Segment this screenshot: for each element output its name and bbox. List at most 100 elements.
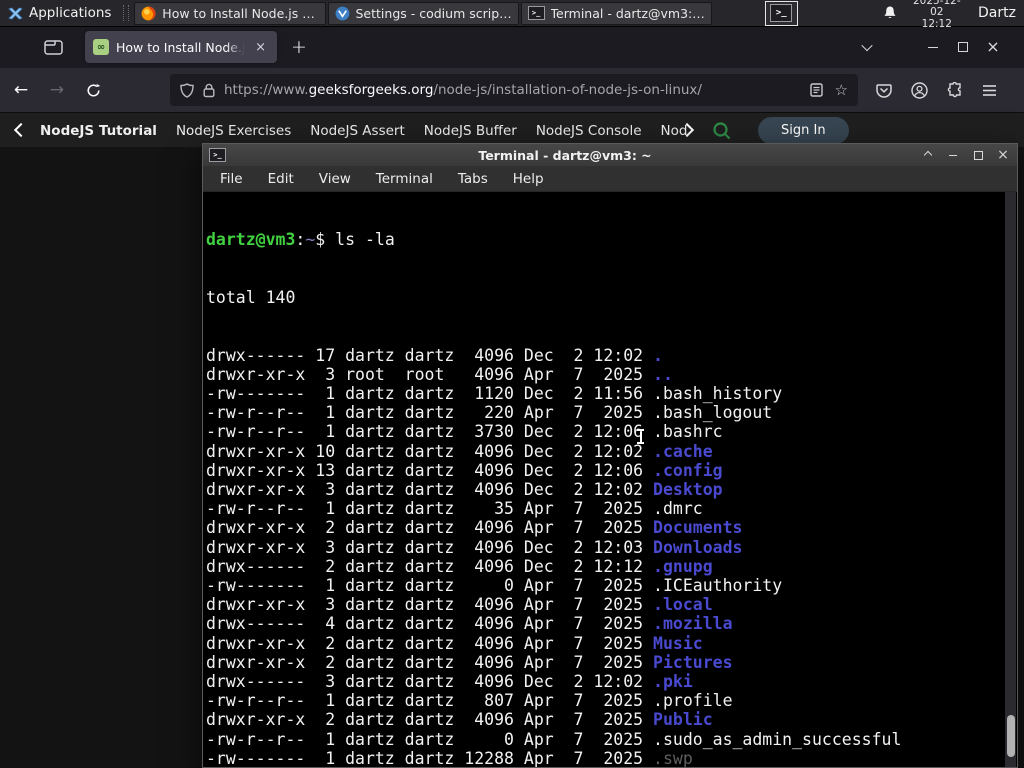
menu-icon[interactable] [982,84,997,97]
terminal-line: -rw-r--r-- 1 dartz dartz 807 Apr 7 2025 … [206,691,733,711]
listing-directory-name: .. [653,364,673,384]
terminal-line: drwxr-xr-x 2 dartz dartz 4096 Apr 7 2025… [206,633,703,653]
terminal-line: -rw-r--r-- 1 dartz dartz 220 Apr 7 2025 … [206,403,773,423]
menu-tabs[interactable]: Tabs [458,171,488,187]
terminal-title: Terminal - dartz@vm3: ~ [478,147,652,163]
terminal-line: -rw-r--r-- 1 dartz dartz 0 Apr 7 2025 .s… [206,729,902,749]
listing-directory-name: .local [653,595,713,615]
back-button[interactable]: ← [6,75,36,105]
lock-icon[interactable] [203,83,215,98]
listing-file-name: .swp [653,748,693,767]
taskbar-window-codium[interactable]: Settings - codium script... [327,1,519,25]
menu-file[interactable]: File [220,171,243,187]
terminal-line: drwxr-xr-x 2 dartz dartz 4096 Apr 7 2025… [206,518,743,538]
url-bar[interactable]: https://www.geeksforgeeks.org/node-js/in… [170,74,858,106]
terminal-total-line: total 140 [206,288,296,308]
reader-mode-icon[interactable] [809,83,823,97]
menu-terminal[interactable]: Terminal [376,171,433,187]
listing-directory-name: .mozilla [653,614,733,634]
terminal-line: drwxr-xr-x 10 dartz dartz 4096 Dec 2 12:… [206,441,713,461]
nav-item-nodejs-console[interactable]: NodeJS Console [536,123,642,139]
new-tab-button[interactable]: + [291,36,307,58]
panel-clock[interactable]: 2025-12-02 12:12 [908,0,966,30]
applications-menu-button[interactable]: Applications [0,0,119,26]
clock-date: 2025-12-02 [912,0,961,19]
terminal-icon: >_ [527,6,545,20]
window-close-button[interactable]: × [978,34,1008,60]
url-path: /node-js/installation-of-node-js-on-linu… [433,82,702,98]
nav-item-nodejs-buffer[interactable]: NodeJS Buffer [424,123,517,139]
window-minimize-button[interactable] [918,34,948,60]
chevron-left-icon[interactable] [13,122,29,139]
terminal-window: >_ Terminal - dartz@vm3: ~ × File Edit V… [202,143,1018,768]
panel-user-menu[interactable]: Dartz [978,5,1016,21]
forward-button[interactable]: → [42,75,72,105]
terminal-icon: >_ [770,4,793,22]
terminal-line: -rw-r--r-- 1 dartz dartz 3730 Dec 2 12:0… [206,422,723,442]
extensions-icon[interactable] [947,82,963,98]
terminal-scrollbar[interactable] [1005,192,1016,767]
listing-directory-name: .cache [653,441,713,461]
listing-file-name: .bash_logout [653,403,773,423]
favicon-gfg: ∞ [93,39,109,55]
taskbar-window-terminal[interactable]: >_ Terminal - dartz@vm3: ~ [520,1,712,25]
terminal-line: drwx------ 3 dartz dartz 4096 Dec 2 12:0… [206,672,693,692]
taskbar-window-firefox[interactable]: How to Install Node.js o... [134,1,326,25]
listing-directory-name: Downloads [653,537,743,557]
taskbar-window-label: Terminal - dartz@vm3: ~ [550,5,705,21]
browser-tab-active[interactable]: ∞ How to Install Node.js on × [85,31,277,63]
account-icon[interactable] [911,81,928,99]
firefox-view-icon[interactable] [44,39,63,55]
window-maximize-button[interactable] [948,34,978,60]
url-domain: geeksforgeeks.org [308,82,434,98]
terminal-line: -rw------- 1 dartz dartz 1120 Dec 2 11:5… [206,384,783,404]
notification-bell-icon[interactable] [882,5,898,21]
menu-view[interactable]: View [319,171,351,187]
listing-directory-name: . [653,345,663,365]
terminal-line: -rw------- 1 dartz dartz 0 Apr 7 2025 .I… [206,576,783,596]
minimize-icon[interactable] [945,147,961,163]
listing-directory-name: .config [653,460,723,480]
terminal-line: drwxr-xr-x 3 root root 4096 Apr 7 2025 .… [206,364,673,384]
applications-logo-icon [8,6,23,20]
tab-close-icon[interactable]: × [252,39,269,56]
shade-icon[interactable] [920,147,936,163]
pocket-icon[interactable] [876,83,892,98]
tray-terminal-icon[interactable]: >_ [764,0,798,26]
scrollbar-thumb[interactable] [1006,715,1015,757]
listing-file-name: .bashrc [653,422,723,442]
applications-label: Applications [29,5,112,21]
listing-directory-name: Music [653,633,703,653]
prompt-command: $ ls -la [315,230,395,250]
nav-item-nodejs-assert[interactable]: NodeJS Assert [310,123,405,139]
chevron-right-icon[interactable] [679,122,695,139]
prompt-user-host: dartz@vm3 [206,230,296,250]
terminal-prompt-line: dartz@vm3:~$ ls -la [206,230,395,250]
listing-file-name: .dmrc [653,499,703,519]
menu-edit[interactable]: Edit [268,171,294,187]
menu-help[interactable]: Help [513,171,544,187]
search-icon[interactable] [712,121,732,141]
listing-directory-name: Public [653,710,713,730]
listing-file-name: .sudo_as_admin_successful [653,729,902,749]
sign-in-button[interactable]: Sign In [758,117,849,144]
maximize-icon[interactable] [970,147,986,163]
prompt-path: ~ [305,230,316,250]
bookmark-star-icon[interactable]: ☆ [835,81,848,99]
codium-icon [335,6,350,21]
close-icon[interactable]: × [995,147,1011,163]
terminal-line: drwxr-xr-x 3 dartz dartz 4096 Apr 7 2025… [206,595,713,615]
tracking-shield-icon[interactable] [180,82,194,98]
firefox-icon [141,6,156,21]
listing-directory-name: Desktop [653,480,723,500]
nav-item-nodejs-exercises[interactable]: NodeJS Exercises [176,123,291,139]
list-all-tabs-button[interactable] [852,34,882,60]
terminal-line: -rw-r--r-- 1 dartz dartz 35 Apr 7 2025 .… [206,499,703,519]
terminal-line: drwxr-xr-x 3 dartz dartz 4096 Dec 2 12:0… [206,537,743,557]
listing-file-name: .bash_history [653,384,783,404]
terminal-title-bar[interactable]: >_ Terminal - dartz@vm3: ~ × [203,144,1017,166]
nav-item-nodejs-tutorial[interactable]: NodeJS Tutorial [40,123,157,139]
reload-button[interactable] [78,75,108,105]
taskbar-window-label: Settings - codium script... [355,5,512,21]
terminal-output[interactable]: dartz@vm3:~$ ls -la total 140 drwx------… [204,192,1004,767]
